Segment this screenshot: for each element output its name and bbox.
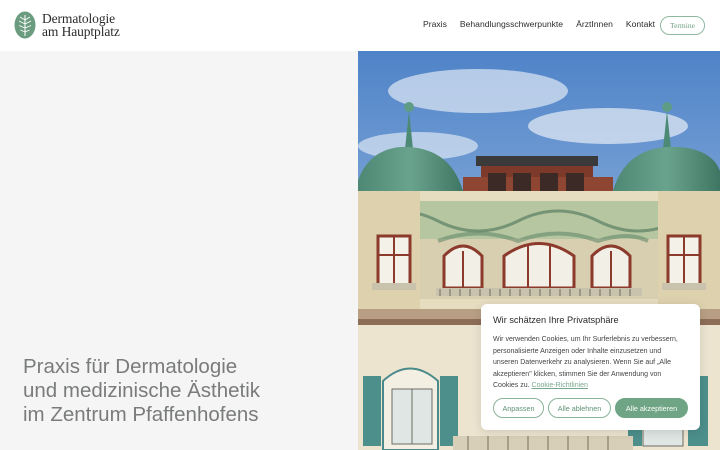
leaf-logo-icon [14,11,36,39]
customize-button[interactable]: Anpassen [493,398,544,418]
nav-aerztinnen[interactable]: ÄrztInnen [576,19,613,29]
reject-all-button[interactable]: Alle ablehnen [548,398,611,418]
nav-kontakt[interactable]: Kontakt [626,19,655,29]
hero-title-line-1: Praxis für Dermatologie [23,355,238,378]
nav-behandlungsschwerpunkte[interactable]: Behandlungsschwerpunkte [460,19,563,29]
nav-praxis[interactable]: Praxis [423,19,447,29]
main-nav: Praxis Behandlungsschwerpunkte ÄrztInnen… [423,19,655,29]
hero-title: Praxis für Dermatologie und medizinische… [23,355,343,427]
cookie-policy-link[interactable]: Cookie-Richtlinien [532,382,588,389]
cookie-title: Wir schätzen Ihre Privatsphäre [493,315,619,325]
hero-title-line-3: im Zentrum Pfaffenhofens [23,403,259,426]
hero-title-line-2: und medizinische Ästhetik [23,379,261,402]
site-logo[interactable]: Dermatologie am Hauptplatz [14,11,120,39]
logo-text: Dermatologie am Hauptplatz [42,12,120,39]
cookie-consent-dialog: Wir schätzen Ihre Privatsphäre Wir verwe… [481,304,700,430]
cookie-description: Wir verwenden Cookies, um Ihr Surferlebn… [493,334,688,392]
site-header: Dermatologie am Hauptplatz Praxis Behand… [0,0,720,51]
accept-all-button[interactable]: Alle akzeptieren [615,398,688,418]
termine-button[interactable]: Termine [660,16,705,35]
logo-line-2: am Hauptplatz [42,24,120,39]
cookie-button-row: Anpassen Alle ablehnen Alle akzeptieren [493,398,688,418]
